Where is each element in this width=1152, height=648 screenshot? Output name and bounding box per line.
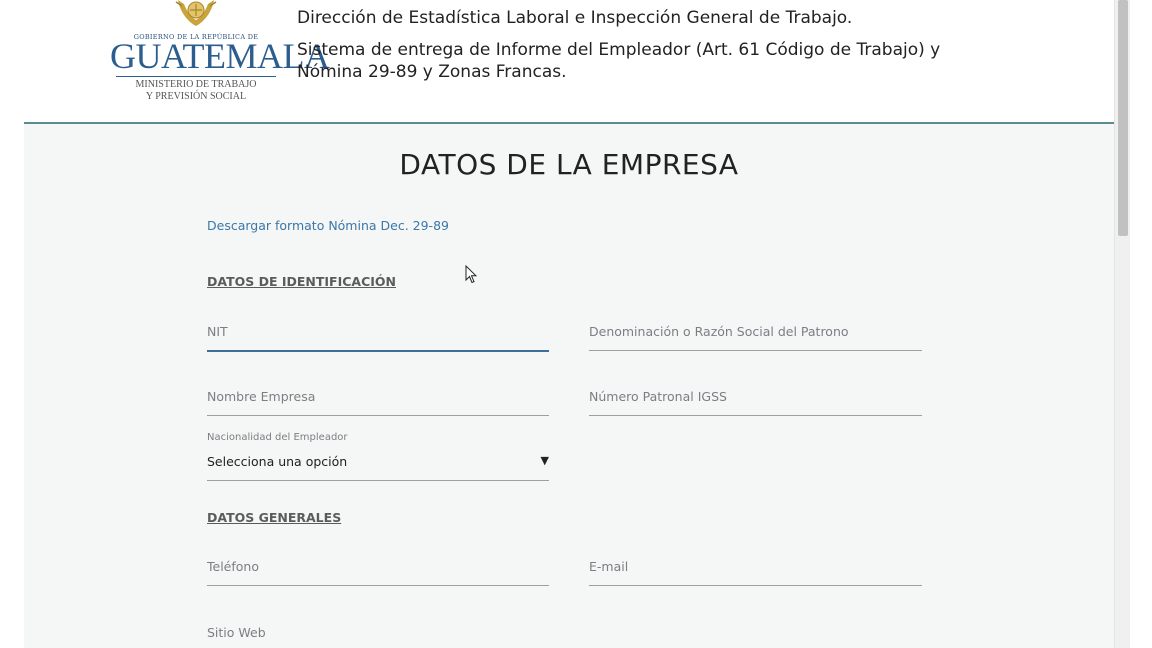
window-right-edge — [1130, 0, 1152, 648]
logo-ministry-line2: Y PREVISIÓN SOCIAL — [145, 91, 247, 102]
sitio-web-placeholder: Sitio Web — [207, 625, 266, 640]
ministry-logo[interactable]: GOBIERNO DE LA REPÚBLICA DE GUATEMALA MI… — [110, 0, 330, 110]
email-placeholder: E-mail — [589, 559, 629, 574]
razon-social-placeholder: Denominación o Razón Social del Patrono — [589, 324, 849, 339]
coat-of-arms-icon — [175, 0, 217, 26]
caret-down-icon: ▼ — [540, 454, 549, 467]
scrollbar-thumb[interactable] — [1118, 0, 1128, 236]
mouse-pointer-icon — [465, 265, 477, 284]
logo-country-text: GUATEMALA — [110, 36, 330, 76]
numero-patronal-placeholder: Número Patronal IGSS — [589, 389, 727, 404]
download-nomina-link[interactable]: Descargar formato Nómina Dec. 29-89 — [207, 218, 449, 233]
logo-divider — [116, 76, 276, 77]
nacionalidad-selected-value: Selecciona una opción — [207, 454, 348, 469]
header-department-title: Dirección de Estadística Laboral e Inspe… — [297, 8, 853, 28]
site-header: GOBIERNO DE LA REPÚBLICA DE GUATEMALA MI… — [24, 0, 1114, 124]
section-heading-generales: DATOS GENERALES — [207, 510, 342, 525]
page-title: DATOS DE LA EMPRESA — [399, 148, 739, 181]
header-system-title-line1: Sistema de entrega de Informe del Emplea… — [297, 40, 941, 60]
razon-social-input[interactable]: Denominación o Razón Social del Patrono — [589, 320, 922, 351]
page-content: GOBIERNO DE LA REPÚBLICA DE GUATEMALA MI… — [24, 0, 1114, 648]
header-system-title-line2: Nómina 29-89 y Zonas Francas. — [297, 62, 567, 82]
numero-patronal-input[interactable]: Número Patronal IGSS — [589, 385, 922, 416]
vertical-scrollbar[interactable] — [1114, 0, 1131, 648]
nombre-empresa-input[interactable]: Nombre Empresa — [207, 385, 549, 416]
nombre-empresa-placeholder: Nombre Empresa — [207, 389, 316, 404]
email-input[interactable]: E-mail — [589, 555, 922, 586]
browser-viewport: GOBIERNO DE LA REPÚBLICA DE GUATEMALA MI… — [0, 0, 1152, 648]
telefono-input[interactable]: Teléfono — [207, 555, 549, 586]
nit-input[interactable]: NIT — [207, 320, 549, 352]
nacionalidad-select[interactable]: Selecciona una opción ▼ — [207, 450, 549, 481]
section-heading-identificacion: DATOS DE IDENTIFICACIÓN — [207, 274, 397, 289]
nacionalidad-label: Nacionalidad del Empleador — [207, 432, 348, 443]
logo-ministry-line1: MINISTERIO DE TRABAJO — [135, 79, 257, 90]
telefono-placeholder: Teléfono — [207, 559, 259, 574]
nit-placeholder: NIT — [207, 324, 228, 339]
sitio-web-input[interactable]: Sitio Web — [207, 621, 549, 648]
